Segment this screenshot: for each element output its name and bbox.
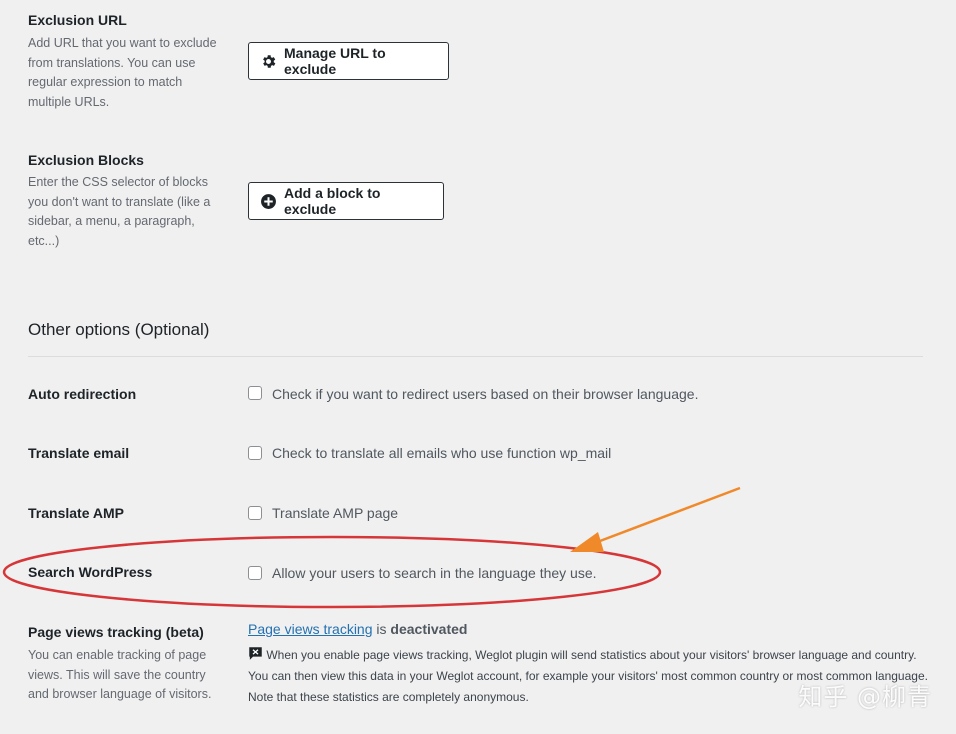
- watermark: 知乎 @柳青: [798, 683, 932, 711]
- arrow-shaft: [591, 486, 741, 546]
- highlight-ellipse: [2, 535, 662, 609]
- arrow-head-icon: [570, 532, 604, 552]
- annotation-overlay: [2, 486, 741, 609]
